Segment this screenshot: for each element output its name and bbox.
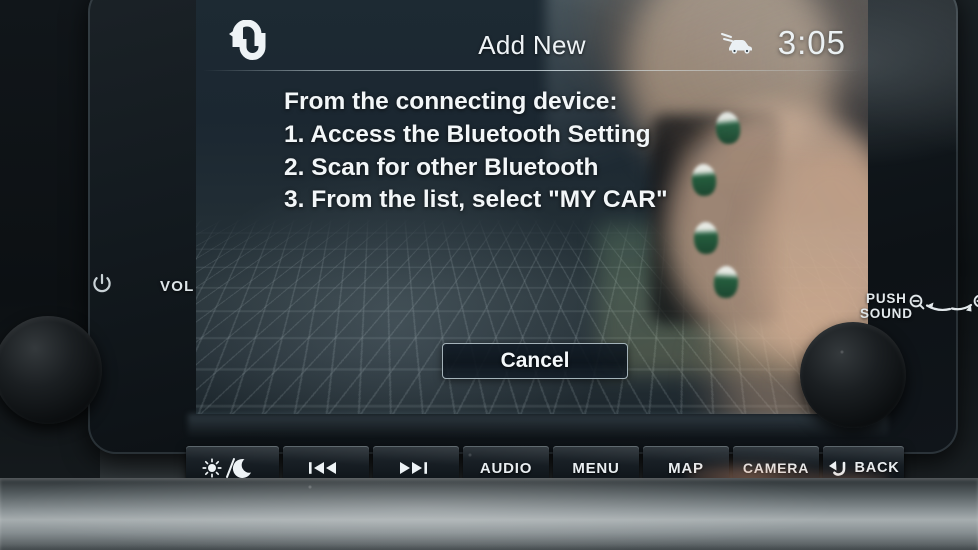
- tune-knob[interactable]: [793, 315, 913, 435]
- map-button-label: MAP: [668, 459, 704, 477]
- screen-ui-layer: Add New 3:05 From the connecting device:…: [196, 0, 868, 414]
- push-sound-line-2: SOUND: [860, 305, 913, 321]
- back-arrow-icon: [827, 460, 847, 477]
- screen-title-bar: Add New 3:05: [196, 0, 868, 70]
- clock: 3:05: [777, 24, 846, 61]
- power-icon[interactable]: [90, 272, 114, 296]
- pairing-instructions: From the connecting device: 1. Access th…: [284, 86, 804, 216]
- zoom-out-icon: [909, 294, 925, 310]
- instruction-step-3: 3. From the list, select "MY CAR": [284, 185, 668, 213]
- next-track-icon: [398, 460, 428, 476]
- instructions-lead: From the connecting device:: [284, 88, 618, 115]
- instruction-step-2: 2. Scan for other Bluetooth: [284, 153, 599, 181]
- volume-label: VOL: [160, 278, 195, 295]
- previous-track-icon: [308, 460, 338, 476]
- zoom-in-icon: [973, 294, 978, 308]
- status-cluster: 3:05: [720, 24, 846, 62]
- zoom-hint-icons: [908, 290, 978, 316]
- audio-button-label: AUDIO: [479, 459, 533, 477]
- menu-button-label: MENU: [572, 459, 620, 477]
- cancel-button[interactable]: Cancel: [442, 343, 628, 379]
- push-sound-label: PUSH SOUND: [860, 291, 913, 321]
- dashboard-trim: [0, 478, 978, 550]
- infotainment-display[interactable]: Add New 3:05 From the connecting device:…: [196, 0, 868, 414]
- car-icon: [720, 31, 754, 55]
- push-sound-line-1: PUSH: [866, 291, 907, 306]
- back-button-label: BACK: [854, 460, 900, 476]
- instruction-step-1: 1. Access the Bluetooth Setting: [284, 121, 651, 149]
- camera-button-label: CAMERA: [742, 460, 810, 476]
- sun-moon-icon: [201, 456, 257, 480]
- title-divider: [202, 70, 862, 71]
- car-dashboard-scene: Add New 3:05 From the connecting device:…: [0, 0, 978, 550]
- bezel-sheen: [188, 414, 888, 442]
